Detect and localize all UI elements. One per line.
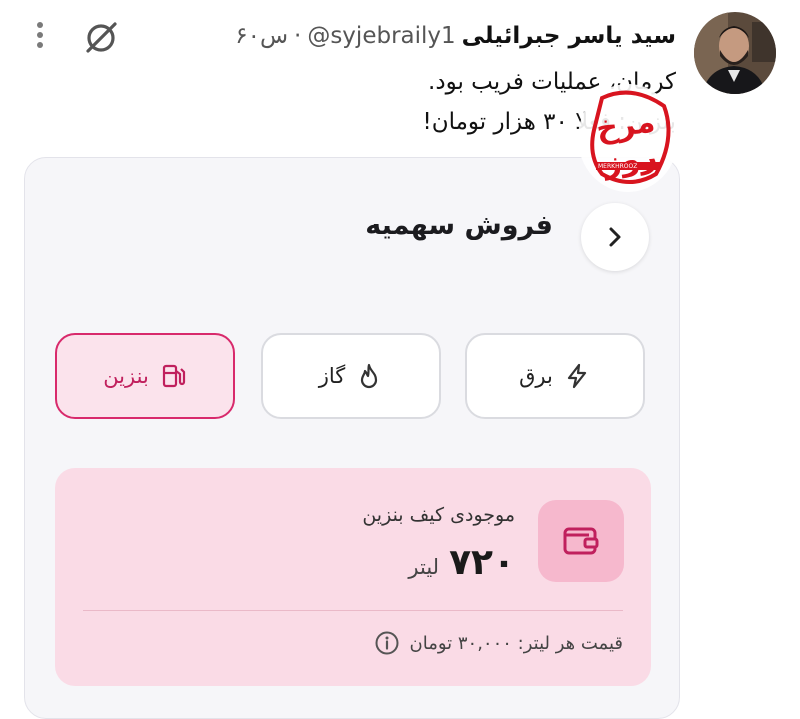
watermark-text: مرخ روز xyxy=(593,104,660,182)
wallet-unit: لیتر xyxy=(408,555,440,579)
tab-petrol[interactable]: بنزین xyxy=(55,333,235,419)
back-button[interactable] xyxy=(581,203,649,271)
wallet-title: موجودی کیف بنزین xyxy=(362,504,515,526)
wallet-amount: ۷۲۰ xyxy=(449,542,515,583)
tab-electricity[interactable]: برق xyxy=(465,333,645,419)
tab-label: برق xyxy=(519,364,553,388)
more-vertical-icon[interactable] xyxy=(30,20,50,50)
petrol-wallet-panel: موجودی کیف بنزین ۷۲۰ لیتر قیمت هر لیتر: … xyxy=(55,468,651,686)
tab-label: گاز xyxy=(318,364,346,388)
tweet-timestamp[interactable]: ۶۰س xyxy=(235,23,288,49)
chevron-right-icon xyxy=(609,227,621,247)
author-name[interactable]: سید یاسر جبرائیلی xyxy=(462,23,676,49)
price-per-liter: قیمت هر لیتر: ۳۰,۰۰۰ تومان xyxy=(374,630,624,656)
author-handle[interactable]: @syjebraily1 xyxy=(307,23,455,49)
info-icon[interactable] xyxy=(374,630,400,656)
app-screenshot-card[interactable]: فروش سهمیه برق گاز بنزین موجودی کیف بنزی… xyxy=(24,157,680,719)
author-avatar[interactable] xyxy=(694,12,776,94)
watermark-url: MERKHROOZ xyxy=(598,163,638,170)
grok-icon[interactable] xyxy=(82,18,120,56)
watermark-logo: مرخ روز MERKHROOZ xyxy=(572,78,682,194)
wallet-balance: ۷۲۰ لیتر xyxy=(408,542,515,583)
divider xyxy=(83,610,623,611)
page-title: فروش سهمیه xyxy=(365,210,553,241)
lightning-icon xyxy=(567,363,586,389)
flame-icon xyxy=(361,363,378,389)
tab-gas[interactable]: گاز xyxy=(261,333,441,419)
fuel-pump-icon xyxy=(162,364,185,388)
tweet-header: سید یاسر جبرائیلی @syjebraily1 · ۶۰س xyxy=(235,20,676,52)
tab-label: بنزین xyxy=(103,364,149,388)
price-text: قیمت هر لیتر: ۳۰,۰۰۰ تومان xyxy=(409,632,624,654)
wallet-icon xyxy=(563,527,599,555)
header-separator: · xyxy=(294,23,302,49)
wallet-icon-box xyxy=(538,500,624,582)
